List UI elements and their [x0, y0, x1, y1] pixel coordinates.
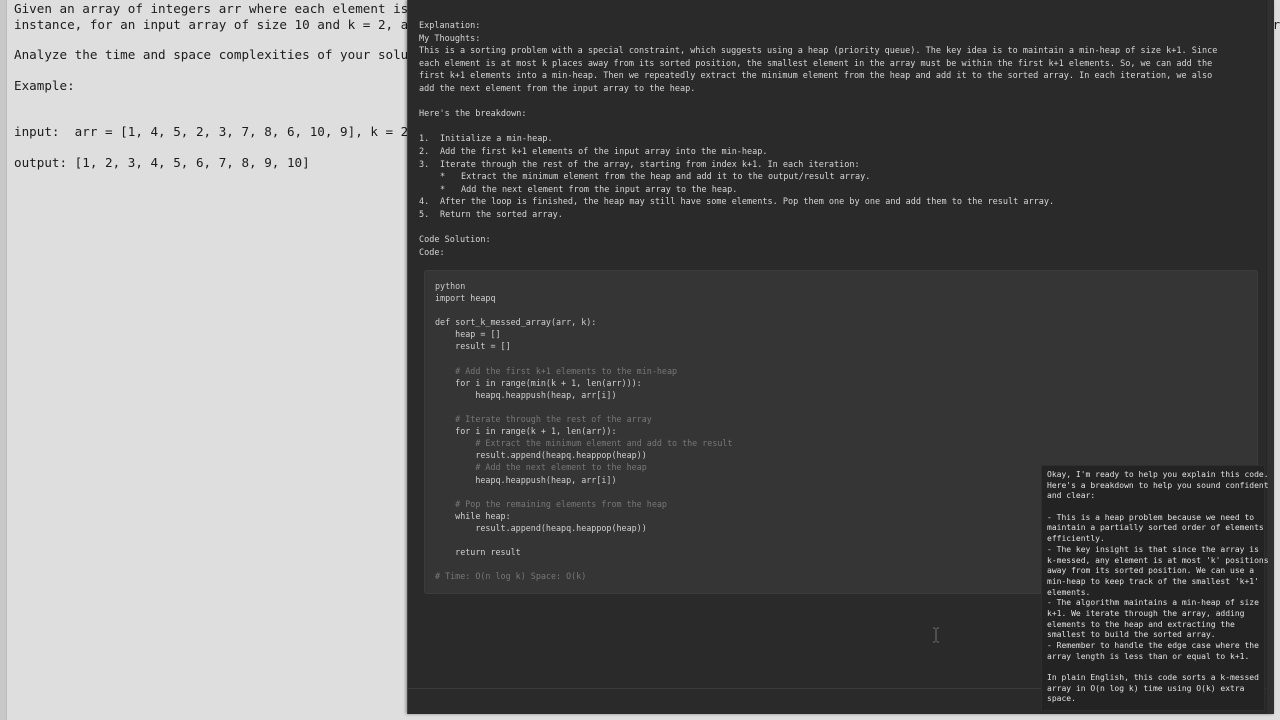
breakdown-label: Here's the breakdown:	[419, 109, 527, 120]
helper-line: away from its sorted position. We can us…	[1047, 566, 1255, 576]
example-input: input: arr = [1, 4, 5, 2, 3, 7, 8, 6, 10…	[14, 124, 409, 139]
helper-card: Okay, I'm ready to help you explain this…	[1041, 465, 1269, 711]
helper-line	[1047, 502, 1261, 513]
code-line: result.append(heapq.heappop(heap))	[435, 450, 647, 461]
helper-line: array in O(n log k) time using O(k) extr…	[1047, 683, 1245, 693]
explanation-para-line: add the next element from the input arra…	[419, 83, 696, 94]
code-line: return result	[435, 547, 521, 558]
helper-line: - This is a heap problem because we need…	[1047, 512, 1255, 522]
helper-line: elements.	[1047, 587, 1091, 597]
helper-line: space.	[1047, 694, 1076, 704]
helper-line: efficiently.	[1047, 534, 1105, 544]
code-line: # Time: O(n log k) Space: O(k)	[435, 571, 587, 582]
code-line: heapq.heappush(heap, arr[i])	[435, 474, 617, 485]
explanation-para-line: This is a sorting problem with a special…	[419, 46, 1218, 57]
thoughts-label: My Thoughts:	[419, 33, 481, 44]
code-line: heap = []	[435, 329, 501, 340]
code-line: # Iterate through the rest of the array	[435, 414, 652, 425]
code-line: result.append(heapq.heappop(heap))	[435, 522, 647, 533]
helper-text: Okay, I'm ready to help you explain this…	[1047, 470, 1269, 705]
step-item: 5. Return the sorted array.	[419, 209, 563, 220]
overlay-scrollbar[interactable]	[1266, 0, 1274, 714]
substep-item: * Add the next element from the input arr…	[440, 184, 738, 195]
code-line: # Add the next element to the heap	[435, 462, 647, 473]
code-line: # Extract the minimum element and add to…	[435, 438, 733, 449]
code-line: for i in range(min(k + 1, len(arr))):	[435, 377, 642, 388]
code-line: python	[435, 281, 466, 291]
helper-line: Okay, I'm ready to help you explain this…	[1047, 470, 1269, 479]
code-line: result = []	[435, 341, 511, 352]
helper-line: In plain English, this code sorts a k-me…	[1047, 673, 1259, 683]
helper-line: k-messed, any element is at most 'k' pos…	[1047, 555, 1269, 565]
step-item: 4. After the loop is finished, the heap m…	[419, 197, 1055, 208]
code-line: # Pop the remaining elements from the he…	[435, 498, 667, 509]
code-line: import heapq	[435, 293, 496, 304]
example-label: Example:	[14, 78, 75, 93]
helper-line	[1047, 662, 1261, 673]
example-output: output: [1, 2, 3, 4, 5, 6, 7, 8, 9, 10]	[14, 155, 310, 170]
helper-line: array length is less than or equal to k+…	[1047, 651, 1250, 661]
explanation-section: Explanation: My Thoughts: This is a sort…	[419, 20, 1264, 259]
substep-item: * Extract the minimum element from the he…	[440, 172, 871, 183]
helper-line: smallest to build the sorted array.	[1047, 630, 1216, 640]
code-text: python import heapq def sort_k_messed_ar…	[435, 280, 733, 582]
step-item: 1. Initialize a min-heap.	[419, 134, 553, 145]
helper-line: maintain a partially sorted order of ele…	[1047, 523, 1264, 533]
helper-line: Here's a breakdown to help you sound con…	[1047, 480, 1269, 490]
helper-line: min-heap to keep track of the smallest '…	[1047, 576, 1259, 586]
explanation-heading: Explanation:	[419, 21, 481, 31]
helper-line: elements to the heap and extracting the	[1047, 619, 1235, 629]
explanation-para-line: first k+1 elements into a min-heap. Then…	[419, 71, 1213, 82]
helper-line: - The key insight is that since the arra…	[1047, 544, 1259, 554]
code-solution-label: Code Solution:	[419, 235, 491, 246]
code-label: Code:	[419, 247, 445, 258]
left-gutter	[0, 0, 7, 720]
text-cursor-icon	[933, 627, 939, 643]
helper-line: k+1. We iterate through the array, addin…	[1047, 608, 1245, 618]
code-line: def sort_k_messed_array(arr, k):	[435, 317, 597, 328]
code-line: heapq.heappush(heap, arr[i])	[435, 389, 617, 400]
code-line: for i in range(k + 1, len(arr)):	[435, 426, 617, 437]
step-item: 2. Add the first k+1 elements of the inpu…	[419, 146, 768, 157]
helper-line: and clear:	[1047, 491, 1096, 501]
explanation-para-line: each element is at most k places away fr…	[419, 58, 1213, 69]
helper-line: - The algorithm maintains a min-heap of …	[1047, 598, 1259, 608]
code-line: # Add the first k+1 elements to the min-…	[435, 365, 678, 376]
code-line: while heap:	[435, 510, 511, 521]
step-item: 3. Iterate through the rest of the array,…	[419, 159, 860, 170]
problem-line-3: Analyze the time and space complexities …	[14, 47, 447, 62]
helper-line: - Remember to handle the edge case where…	[1047, 641, 1259, 650]
